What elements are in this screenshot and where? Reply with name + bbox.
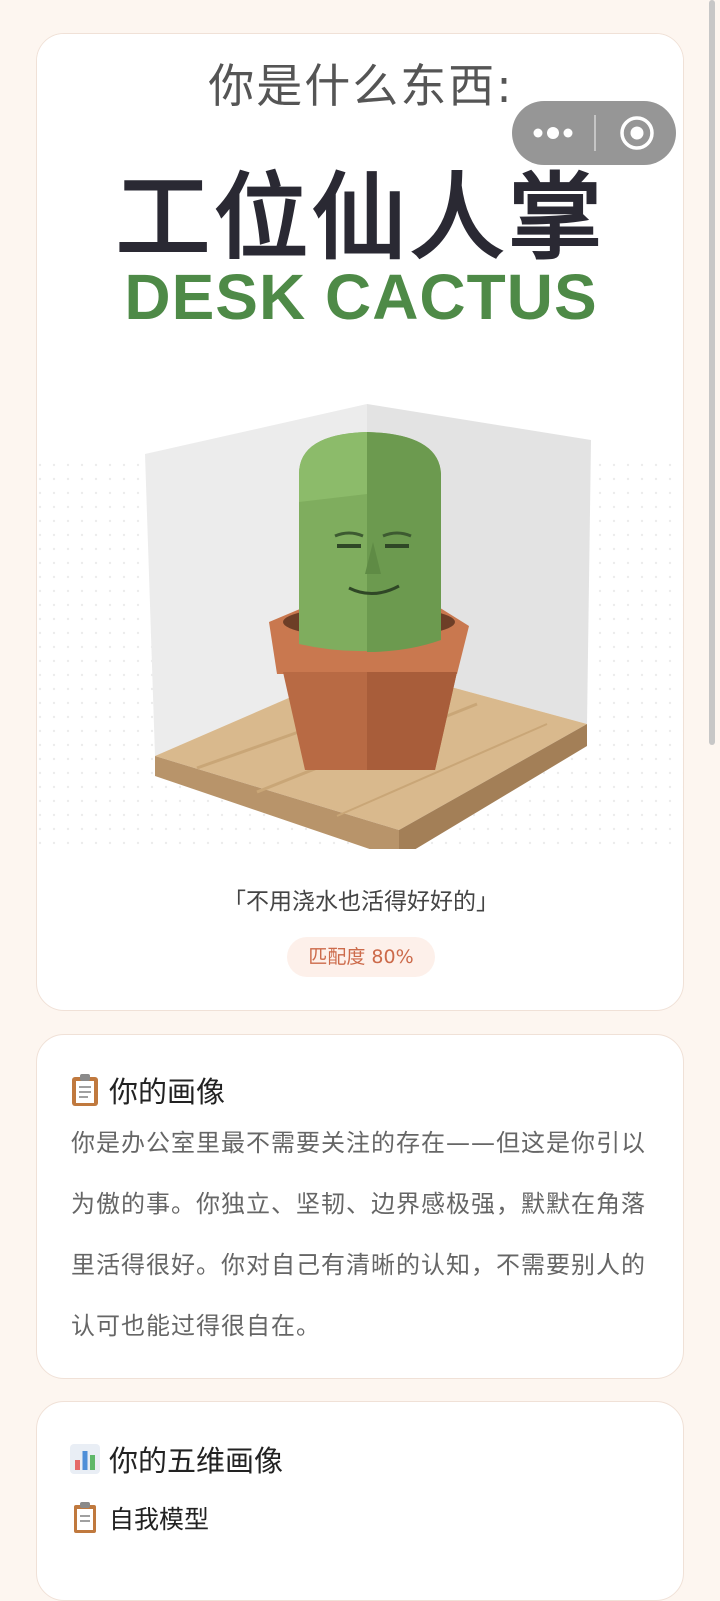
result-card: 你是什么东西: 工位仙人掌 DESK CACTUS 「不用浇水也活得好好的」 匹… [36,33,684,1011]
notepad-icon [69,1501,101,1535]
portrait-title: 你的画像 [109,1075,226,1109]
miniprogram-capsule [512,101,676,165]
dimension-item: 自我模型 [69,1500,209,1536]
result-quote: 「不用浇水也活得好好的」 [223,889,499,915]
portrait-description: 你是办公室里最不需要关注的存在——但这是你引以为傲的事。你独立、坚韧、边界感极强… [71,1129,646,1340]
close-button[interactable] [595,101,676,165]
match-badge: 匹配度 80% [287,937,435,977]
scrollbar[interactable] [709,0,715,745]
dimensions-card: 你的五维画像 自我模型 [36,1401,684,1601]
dimension-item-label: 自我模型 [109,1505,210,1534]
dimensions-section-title: 你的五维画像 [69,1438,283,1480]
portrait-card: 你的画像 你是办公室里最不需要关注的存在——但这是你引以为傲的事。你独立、坚韧、… [36,1034,684,1379]
more-dots-icon [533,127,573,139]
portrait-section-title: 你的画像 [69,1069,225,1111]
clipboard-icon [69,1073,101,1107]
more-button[interactable] [512,101,594,165]
desk-cactus-illustration [37,404,683,849]
target-close-icon [620,116,654,150]
dimensions-title: 你的五维画像 [109,1444,284,1478]
result-name-english: DESK CACTUS [124,261,598,333]
bar-chart-icon [69,1442,101,1476]
